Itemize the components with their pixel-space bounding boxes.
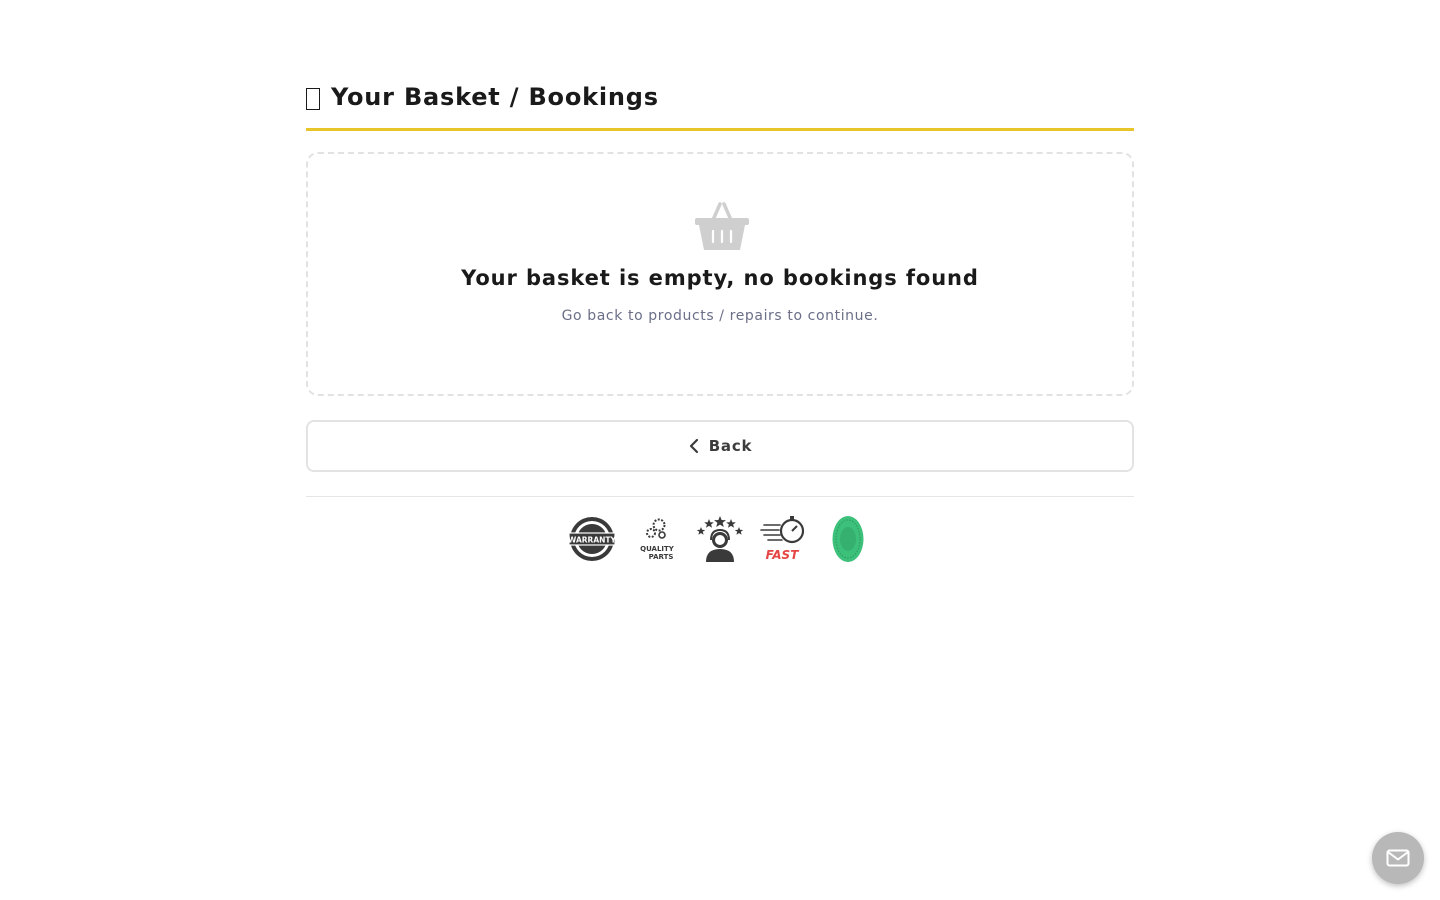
- svg-text:FAST: FAST: [766, 548, 800, 562]
- empty-basket-title: Your basket is empty, no bookings found: [461, 266, 979, 290]
- empty-basket-card: Your basket is empty, no bookings found …: [306, 152, 1134, 396]
- back-button-label: Back: [708, 437, 753, 455]
- page-header: Your Basket / Bookings: [306, 80, 1134, 131]
- svg-text:QUALITY: QUALITY: [640, 545, 675, 553]
- contact-fab-button[interactable]: [1372, 832, 1424, 884]
- basket-icon: [695, 202, 749, 250]
- missing-glyph-icon: [306, 88, 320, 110]
- warranty-badge-icon: WARRANTY: [568, 517, 616, 561]
- five-star-support-badge-icon: [696, 516, 744, 562]
- trust-badges: WARRANTY QUALITY PARTS FAST: [306, 515, 1134, 563]
- page-title: Your Basket / Bookings: [331, 83, 659, 111]
- svg-text:WARRANTY: WARRANTY: [568, 536, 616, 545]
- quality-parts-badge-icon: QUALITY PARTS: [640, 518, 675, 561]
- chevron-left-icon: [689, 438, 698, 454]
- green-seal-badge-icon: [832, 516, 864, 562]
- empty-basket-subtitle: Go back to products / repairs to continu…: [561, 308, 879, 324]
- footer-divider: [306, 496, 1134, 497]
- fast-service-badge-icon: FAST: [760, 516, 805, 562]
- back-button[interactable]: Back: [306, 420, 1134, 472]
- svg-text:PARTS: PARTS: [649, 553, 674, 561]
- envelope-icon: [1386, 849, 1410, 867]
